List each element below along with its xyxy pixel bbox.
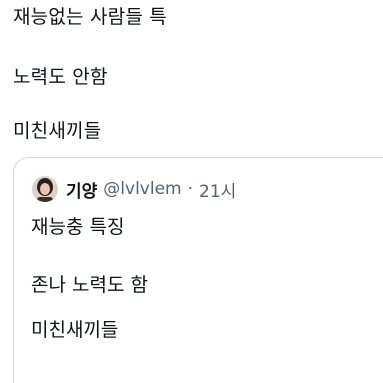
quoted-tweet-header: 기양 @lvlvlem · 21시 <box>32 176 236 202</box>
tweet-text-line-3: 미친새끼들 <box>13 120 102 142</box>
quoted-timestamp[interactable]: 21시 <box>199 177 236 202</box>
avatar[interactable] <box>32 176 58 202</box>
tweet-text-line-2: 노력도 안함 <box>13 66 108 88</box>
tweet-screenshot: ㅇㅇ 재능없는 사람들 특 노력도 안함 미친새끼들 기양 @lvlvlem ·… <box>0 0 383 383</box>
tweet-text-line-1: 재능없는 사람들 특 <box>13 6 167 28</box>
quoted-text-line-3: 미친새끼들 <box>31 319 119 341</box>
quoted-text-line-2: 존나 노력도 함 <box>31 274 148 296</box>
separator-dot: · <box>187 179 193 199</box>
quoted-tweet-card[interactable]: 기양 @lvlvlem · 21시 재능충 특징 존나 노력도 함 미친새끼들 <box>13 157 383 383</box>
quoted-author-handle[interactable]: @lvlvlem <box>103 179 181 199</box>
quoted-author-name[interactable]: 기양 <box>66 177 97 202</box>
avatar-image <box>32 176 58 202</box>
quoted-text-line-1: 재능충 특징 <box>31 216 125 238</box>
